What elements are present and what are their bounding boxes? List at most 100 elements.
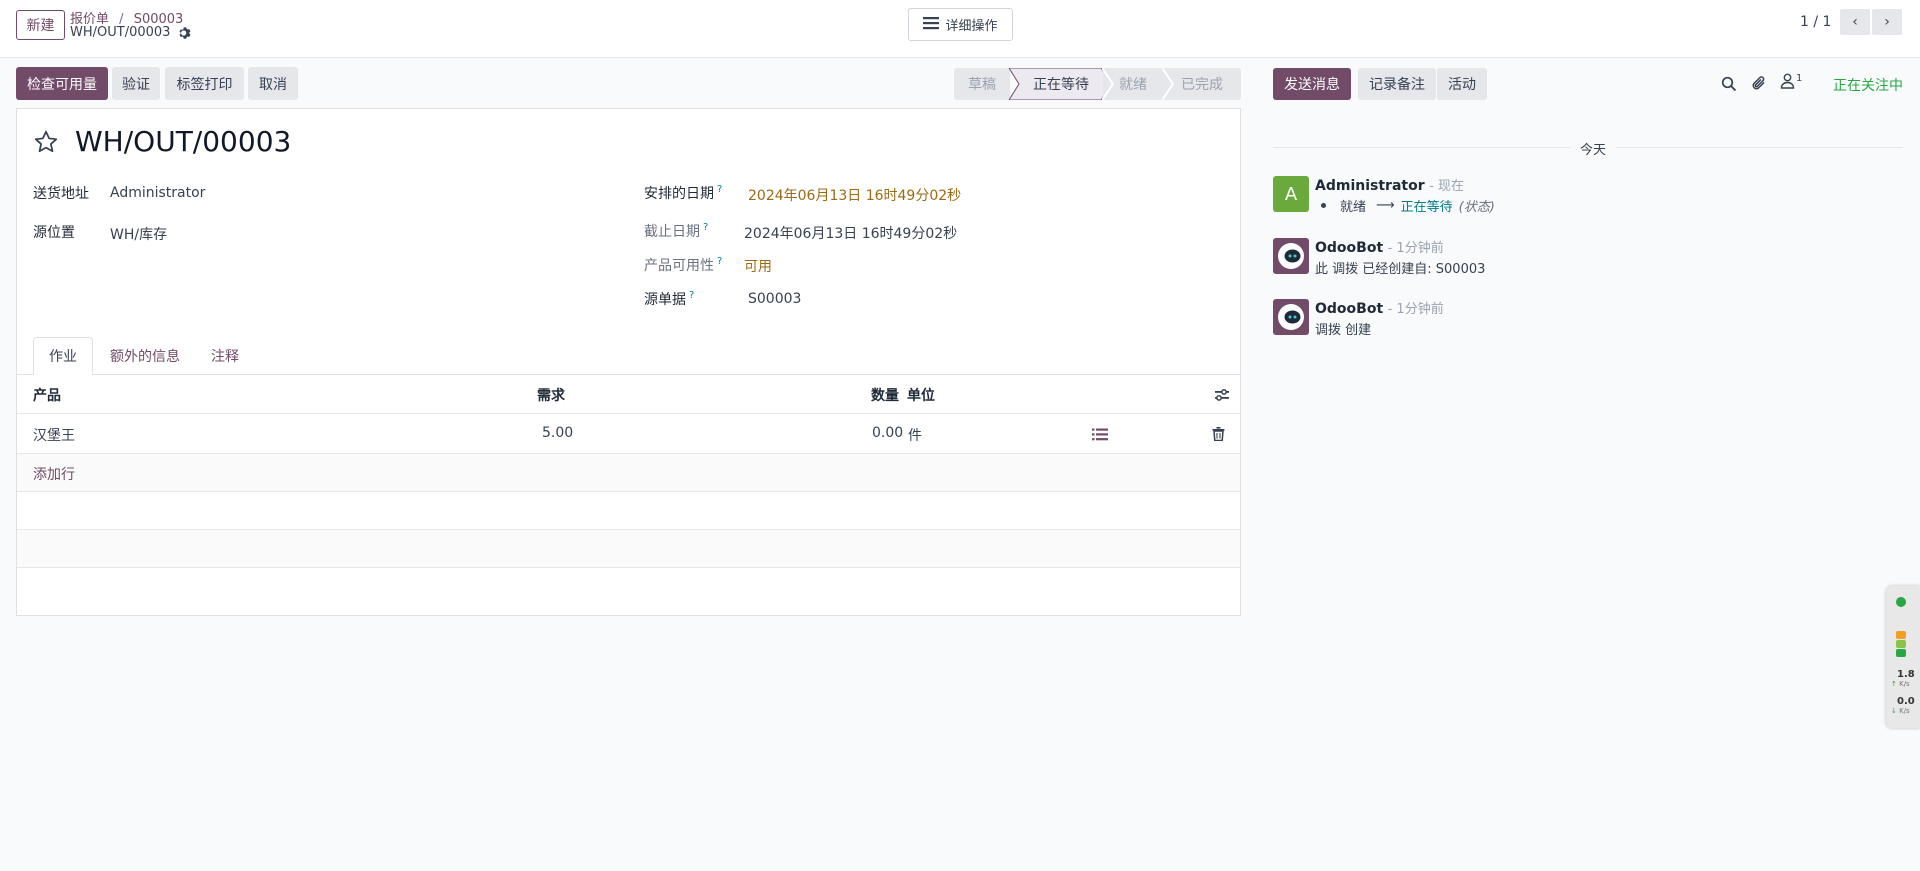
followers-count: 1 xyxy=(1796,73,1803,84)
details-list-icon[interactable] xyxy=(1092,428,1108,441)
availability-label: 产品可用性? xyxy=(644,255,722,275)
gear-icon[interactable] xyxy=(178,26,192,40)
activities-button[interactable]: 活动 xyxy=(1437,68,1487,100)
cancel-button[interactable]: 取消 xyxy=(248,67,298,100)
source-location-label: 源位置 xyxy=(33,225,75,241)
tracking-field: (状态) xyxy=(1458,200,1495,215)
help-icon[interactable]: ? xyxy=(717,256,722,267)
table-row[interactable]: 汉堡王 5.00 0.00 件 xyxy=(17,414,1240,454)
new-button[interactable]: 新建 xyxy=(16,10,65,40)
help-icon[interactable]: ? xyxy=(703,222,708,233)
status-draft[interactable]: 草稿 xyxy=(954,68,1010,100)
hamburger-icon xyxy=(923,16,940,34)
control-panel: 新建 报价单 / S00003 WH/OUT/00003 详细操作 1 / 1 … xyxy=(0,0,1920,58)
cell-demand[interactable]: 5.00 xyxy=(542,425,573,441)
delivery-address-field[interactable]: Administrator xyxy=(110,185,205,201)
pager-next-button[interactable]: › xyxy=(1872,9,1902,35)
bullet xyxy=(1321,203,1326,208)
column-header-demand[interactable]: 需求 xyxy=(537,385,565,405)
chevron-left-icon: ‹ xyxy=(1852,14,1858,30)
record-name: WH/OUT/00003 xyxy=(70,25,171,40)
source-location-field[interactable]: WH/库存 xyxy=(110,224,167,244)
form-sheet: WH/OUT/00003 送货地址 Administrator 源位置 WH/库… xyxy=(16,108,1241,616)
user-icon xyxy=(1780,73,1795,89)
column-header-product[interactable]: 产品 xyxy=(33,385,61,405)
check-availability-button[interactable]: 检查可用量 xyxy=(16,67,108,100)
validate-button[interactable]: 验证 xyxy=(112,67,160,100)
status-waiting[interactable]: 正在等待 xyxy=(1020,68,1102,100)
source-document-label: 源单据? xyxy=(644,289,694,309)
message-header: Administrator - 现在 xyxy=(1315,175,1464,194)
robot-icon xyxy=(1278,243,1304,269)
message-author[interactable]: OdooBot xyxy=(1315,301,1383,317)
robot-icon xyxy=(1278,304,1304,330)
tab-operations[interactable]: 作业 xyxy=(33,337,93,375)
pager-previous-button[interactable]: ‹ xyxy=(1840,9,1870,35)
trash-icon[interactable] xyxy=(1212,427,1225,441)
cell-quantity[interactable]: 0.00 xyxy=(872,425,903,441)
add-line-link[interactable]: 添加行 xyxy=(33,464,75,484)
optional-columns-icon[interactable] xyxy=(1214,387,1230,403)
notebook-tabs: 作业 额外的信息 注释 xyxy=(17,337,1240,375)
tracking-value: 就绪 ⟶ 正在等待 (状态) xyxy=(1321,196,1495,215)
help-icon[interactable]: ? xyxy=(689,290,694,301)
meter-bar-bottom xyxy=(1896,649,1906,657)
availability-field: 可用 xyxy=(744,259,772,275)
delivery-address-label: 送货地址 xyxy=(33,186,89,202)
scheduled-date-label: 安排的日期? xyxy=(644,183,722,203)
odoobot-avatar[interactable] xyxy=(1273,238,1309,274)
upload-arrow-icon: ↑ xyxy=(1891,680,1897,688)
deadline-label: 截止日期? xyxy=(644,221,708,241)
star-icon[interactable] xyxy=(33,129,59,155)
following-button[interactable]: 正在关注中 xyxy=(1833,75,1903,95)
meter-bar-middle xyxy=(1896,640,1906,648)
status-done[interactable]: 已完成 xyxy=(1163,68,1241,100)
message-time: - 1分钟前 xyxy=(1387,302,1444,317)
odoobot-avatar[interactable] xyxy=(1273,299,1309,335)
breadcrumb-current: WH/OUT/00003 xyxy=(70,25,192,40)
actions-menu-label: 详细操作 xyxy=(945,19,998,34)
tracking-old-value: 就绪 xyxy=(1340,200,1367,215)
add-line-row: 添加行 xyxy=(17,454,1240,492)
message-time: - 1分钟前 xyxy=(1387,241,1444,256)
network-speed-widget[interactable]: 1.8 ↑ K/s 0.0 ↓ K/s xyxy=(1886,586,1920,728)
message-author[interactable]: OdooBot xyxy=(1315,240,1383,256)
status-separator xyxy=(1102,68,1114,100)
scheduled-date-label-text: 安排的日期 xyxy=(644,186,714,202)
tab-notes[interactable]: 注释 xyxy=(196,337,254,375)
message-body: 此 调拨 已经创建自: S00003 xyxy=(1315,262,1486,277)
column-header-uom[interactable]: 单位 xyxy=(907,385,935,405)
deadline-field: 2024年06月13日 16时49分02秒 xyxy=(744,226,958,242)
paperclip-icon[interactable] xyxy=(1751,74,1767,92)
message-time: - 现在 xyxy=(1429,179,1464,194)
print-labels-button[interactable]: 标签打印 xyxy=(165,67,244,100)
log-note-button[interactable]: 记录备注 xyxy=(1358,68,1436,100)
followers-button[interactable]: 1 xyxy=(1780,73,1802,89)
source-document-field[interactable]: S00003 xyxy=(748,291,801,307)
column-header-quantity[interactable]: 数量 xyxy=(871,385,899,405)
meter-bar-top xyxy=(1896,631,1906,639)
download-speed-unit: ↓ K/s xyxy=(1891,707,1910,715)
avatar[interactable]: A xyxy=(1273,176,1309,212)
scheduled-date-field[interactable]: 2024年06月13日 16时49分02秒 xyxy=(748,185,961,205)
cell-product[interactable]: 汉堡王 xyxy=(33,425,75,445)
empty-row xyxy=(17,530,1240,568)
arrow-right-icon: ⟶ xyxy=(1376,198,1395,213)
date-separator-label: 今天 xyxy=(1570,139,1617,158)
download-arrow-icon: ↓ xyxy=(1891,707,1897,715)
status-dot xyxy=(1896,597,1906,607)
download-speed-value: 0.0 xyxy=(1897,696,1915,707)
tab-extra-info[interactable]: 额外的信息 xyxy=(95,337,195,375)
help-icon[interactable]: ? xyxy=(717,184,722,195)
cell-uom[interactable]: 件 xyxy=(908,425,922,445)
message-body: 调拨 创建 xyxy=(1315,323,1372,338)
table-header: 产品 需求 数量 单位 xyxy=(17,375,1240,414)
pager-value[interactable]: 1 / 1 xyxy=(1800,14,1831,30)
upload-unit-text: K/s xyxy=(1899,680,1910,688)
message-author[interactable]: Administrator xyxy=(1315,178,1425,194)
tracking-new-value: 正在等待 xyxy=(1400,200,1453,215)
send-message-button[interactable]: 发送消息 xyxy=(1273,68,1351,100)
actions-menu-button[interactable]: 详细操作 xyxy=(908,8,1013,41)
upload-speed-value: 1.8 xyxy=(1897,669,1915,680)
search-icon[interactable] xyxy=(1721,76,1737,92)
